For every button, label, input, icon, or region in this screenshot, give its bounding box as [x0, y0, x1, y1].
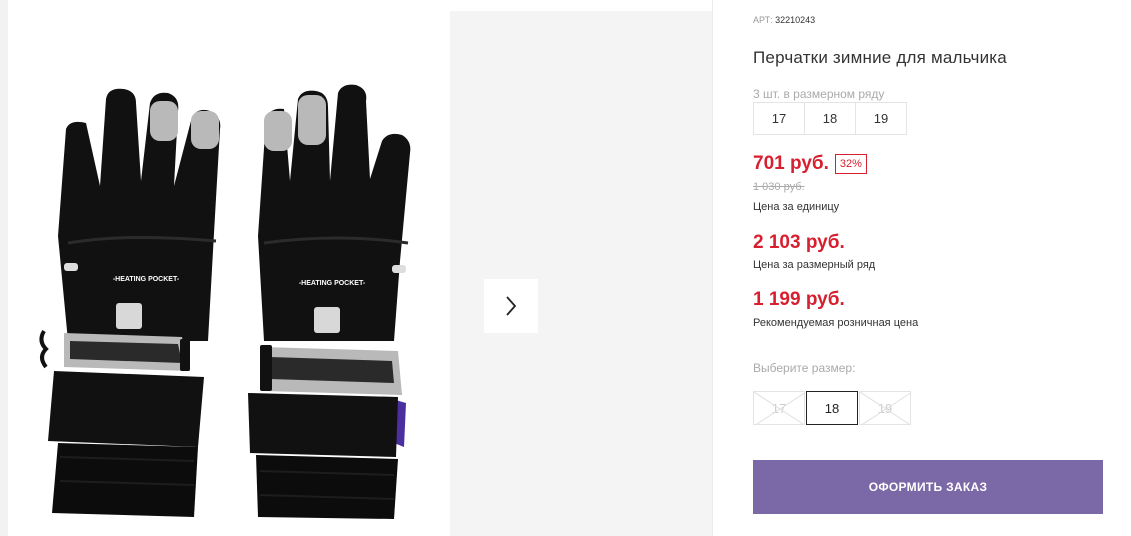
- chevron-right-icon: [506, 296, 517, 316]
- product-image[interactable]: -HEATING POCKET- -HEATING POCKET-: [8, 11, 450, 536]
- size-option-17-unavailable[interactable]: 17: [753, 391, 805, 425]
- size-picker: 17 18 19: [753, 391, 912, 425]
- series-price: 2 103 руб.: [753, 232, 845, 253]
- unit-price: 701 руб.: [753, 153, 829, 174]
- series-price-note: Цена за размерный ряд: [753, 259, 876, 271]
- crossed-out-icon: [754, 392, 804, 424]
- product-title: Перчатки зимние для мальчика: [753, 48, 1007, 67]
- size-option-label: 18: [824, 400, 840, 416]
- place-order-button[interactable]: ОФОРМИТЬ ЗАКАЗ: [753, 460, 1103, 514]
- gloves-illustration: -HEATING POCKET- -HEATING POCKET-: [39, 84, 411, 519]
- column-divider: [712, 0, 713, 536]
- series-size-cell: 18: [804, 102, 856, 135]
- svg-text:-HEATING POCKET-: -HEATING POCKET-: [113, 276, 180, 283]
- article-number: АРТ: 32210243: [753, 15, 815, 25]
- old-price: 1 030 руб.: [753, 181, 805, 193]
- size-option-19-unavailable[interactable]: 19: [859, 391, 911, 425]
- left-glove: -HEATING POCKET-: [39, 88, 221, 517]
- series-sizes: 17 18 19: [753, 102, 907, 135]
- series-size-cell: 19: [855, 102, 907, 135]
- discount-badge: 32%: [834, 154, 867, 174]
- gallery-next-button[interactable]: [484, 279, 538, 333]
- size-option-18-selected[interactable]: 18: [806, 391, 858, 425]
- unit-price-row: 701 руб. 32%: [753, 153, 867, 175]
- gallery-secondary-image[interactable]: [450, 11, 712, 536]
- crossed-out-icon: [860, 392, 910, 424]
- article-value: 32210243: [775, 15, 816, 25]
- rrp-price-note: Рекомендуемая розничная цена: [753, 317, 919, 329]
- size-picker-label: Выберите размер:: [753, 361, 856, 375]
- article-label: АРТ:: [753, 15, 773, 25]
- series-size-cell: 17: [753, 102, 805, 135]
- right-glove: -HEATING POCKET-: [248, 84, 411, 519]
- gallery-left-edge: [0, 0, 8, 536]
- svg-text:-HEATING POCKET-: -HEATING POCKET-: [299, 280, 366, 287]
- series-label: 3 шт. в размерном ряду: [753, 87, 885, 101]
- unit-price-note: Цена за единицу: [753, 201, 840, 213]
- rrp-price: 1 199 руб.: [753, 289, 845, 310]
